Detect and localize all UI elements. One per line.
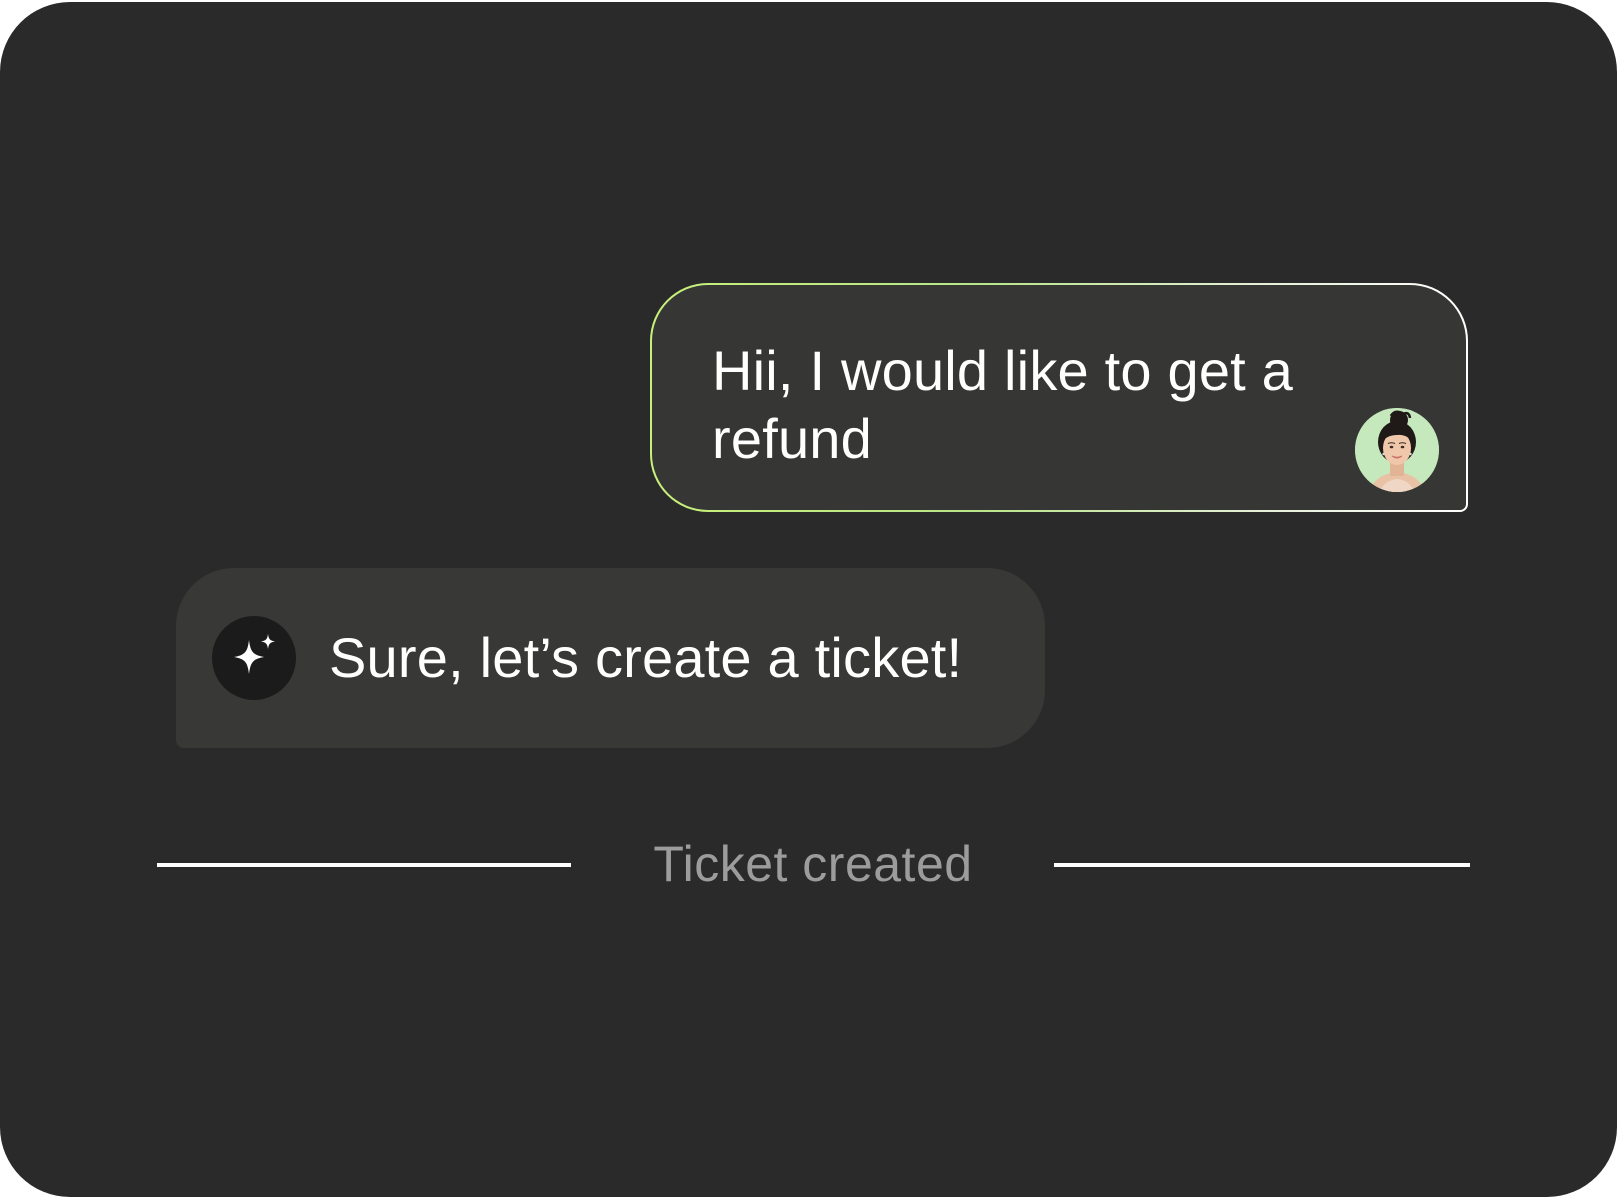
- user-message-text: Hii, I would like to get a refund: [712, 339, 1294, 470]
- ticket-created-label: Ticket created: [653, 836, 973, 892]
- avatar-portrait-icon: [1355, 408, 1439, 492]
- bot-message-bubble: Sure, let’s create a ticket!: [176, 568, 1045, 748]
- user-message-inner: Hii, I would like to get a refund: [652, 285, 1466, 510]
- chat-card: Hii, I would like to get a refund Sure, …: [0, 2, 1617, 1197]
- bot-message-text: Sure, let’s create a ticket!: [329, 626, 963, 689]
- user-message-bubble: Hii, I would like to get a refund: [650, 283, 1468, 512]
- divider-line-right: [1054, 863, 1470, 867]
- sparkle-icon: [212, 616, 296, 700]
- user-avatar[interactable]: [1355, 408, 1439, 492]
- divider-line-left: [157, 863, 571, 867]
- sparkle-glyph: [234, 634, 275, 674]
